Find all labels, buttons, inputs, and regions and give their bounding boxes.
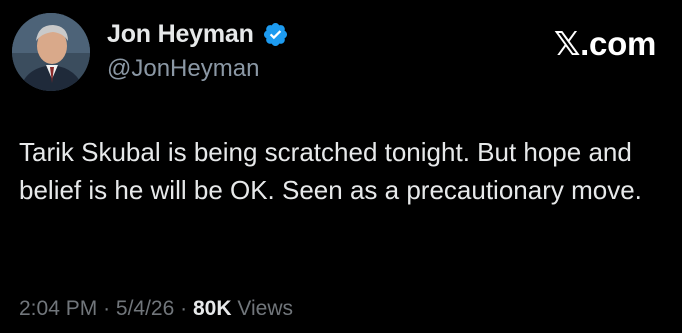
author-handle[interactable]: @JonHeyman <box>107 55 259 83</box>
x-brand-logo: 𝕏.com <box>553 25 656 62</box>
author-name-text: Jon Heyman <box>107 20 254 48</box>
author-avatar[interactable] <box>12 13 90 91</box>
tweet-time[interactable]: 2:04 PM <box>19 297 97 320</box>
tweet-card: Jon Heyman @JonHeyman 𝕏.com Tarik Skubal… <box>0 0 682 333</box>
author-name[interactable]: Jon Heyman <box>107 20 289 49</box>
meta-separator: · <box>103 297 111 320</box>
tweet-date[interactable]: 5/4/26 <box>116 297 174 320</box>
tweet-text: Tarik Skubal is being scratched tonight.… <box>19 137 642 205</box>
tweet-meta: 2:04 PM · 5/4/26 · 80K Views <box>19 297 293 321</box>
meta-separator: · <box>180 297 188 320</box>
verified-badge-icon <box>263 22 287 47</box>
views-count: 80K <box>192 297 232 320</box>
views-label: Views <box>237 297 293 320</box>
avatar-photo-icon <box>12 13 90 91</box>
